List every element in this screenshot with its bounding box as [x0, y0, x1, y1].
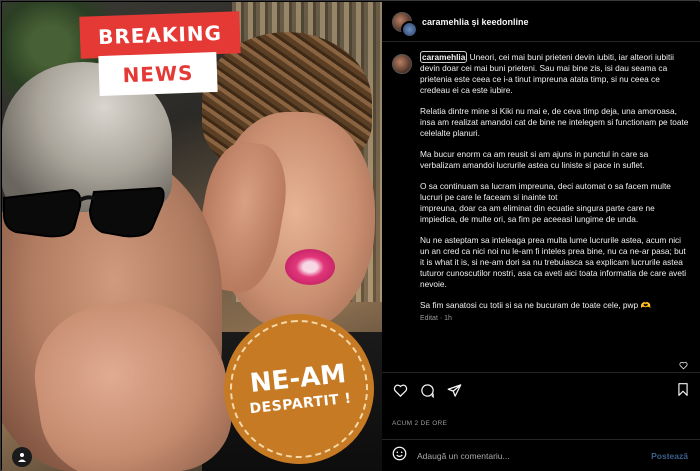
- breaking-label: BREAKING: [97, 20, 223, 50]
- caption-body: caramehlia Uneori, cei mai buni prieteni…: [420, 51, 690, 362]
- share-icon[interactable]: [446, 383, 462, 399]
- woman-lips: [285, 249, 335, 285]
- news-banner: NEWS: [98, 51, 218, 97]
- author-avatar[interactable]: [392, 54, 412, 74]
- caption-paragraph-2: Relatia dintre mine si Kiki nu mai e, de…: [420, 106, 689, 138]
- post-sidebar: caramehlia și keedonline caramehlia Uneo…: [382, 2, 700, 471]
- instagram-post-modal: BREAKING NEWS NE-AM DESPARTIT ! caramehl…: [0, 0, 700, 471]
- caption-paragraph-1: caramehlia Uneori, cei mai buni prieteni…: [420, 51, 690, 96]
- comment-input[interactable]: [417, 450, 652, 461]
- caption-paragraph-3: Ma bucur enorm ca am reusit si am ajuns …: [420, 149, 649, 170]
- badge-line-1: NE-AM: [248, 359, 348, 400]
- heart-icon[interactable]: [679, 361, 688, 370]
- comment-icon[interactable]: [419, 383, 435, 399]
- user-tag-icon[interactable]: [12, 447, 32, 467]
- breaking-banner: BREAKING: [79, 11, 241, 59]
- collab-avatar[interactable]: [392, 11, 418, 38]
- edited-timestamp: Editat · 1h: [420, 315, 452, 322]
- caption-text-4a: O sa continuam sa lucram impreuna, deci …: [420, 181, 671, 202]
- heart-icon[interactable]: [392, 383, 408, 399]
- news-label: NEWS: [122, 60, 194, 88]
- caption-username[interactable]: caramehlia: [420, 51, 468, 63]
- badge-line-2: DESPARTIT !: [248, 390, 353, 418]
- post-caption: caramehlia Uneori, cei mai buni prieteni…: [382, 43, 700, 370]
- caption-paragraph-5: Nu ne asteptam sa inteleaga prea multa l…: [420, 235, 687, 289]
- post-comment-button[interactable]: Postează: [651, 451, 688, 461]
- caption-text-4b: impreuna, doar ca am eliminat din ecuati…: [420, 203, 655, 224]
- header-usernames[interactable]: caramehlia și keedonline: [422, 17, 529, 27]
- post-date[interactable]: ACUM 2 DE ORE: [392, 420, 447, 427]
- post-header: caramehlia și keedonline: [382, 2, 700, 42]
- emoji-icon[interactable]: [392, 446, 407, 466]
- action-bar: [382, 372, 700, 408]
- caption-paragraph-4: O sa continuam sa lucram impreuna, deci …: [420, 181, 690, 225]
- bookmark-icon[interactable]: [676, 382, 690, 402]
- caption-paragraph-6: Sa fim sanatosi cu totii si sa ne bucura…: [420, 300, 651, 310]
- post-photo[interactable]: BREAKING NEWS NE-AM DESPARTIT !: [2, 2, 382, 471]
- comment-box: Postează: [382, 439, 700, 471]
- sunglasses: [3, 186, 165, 238]
